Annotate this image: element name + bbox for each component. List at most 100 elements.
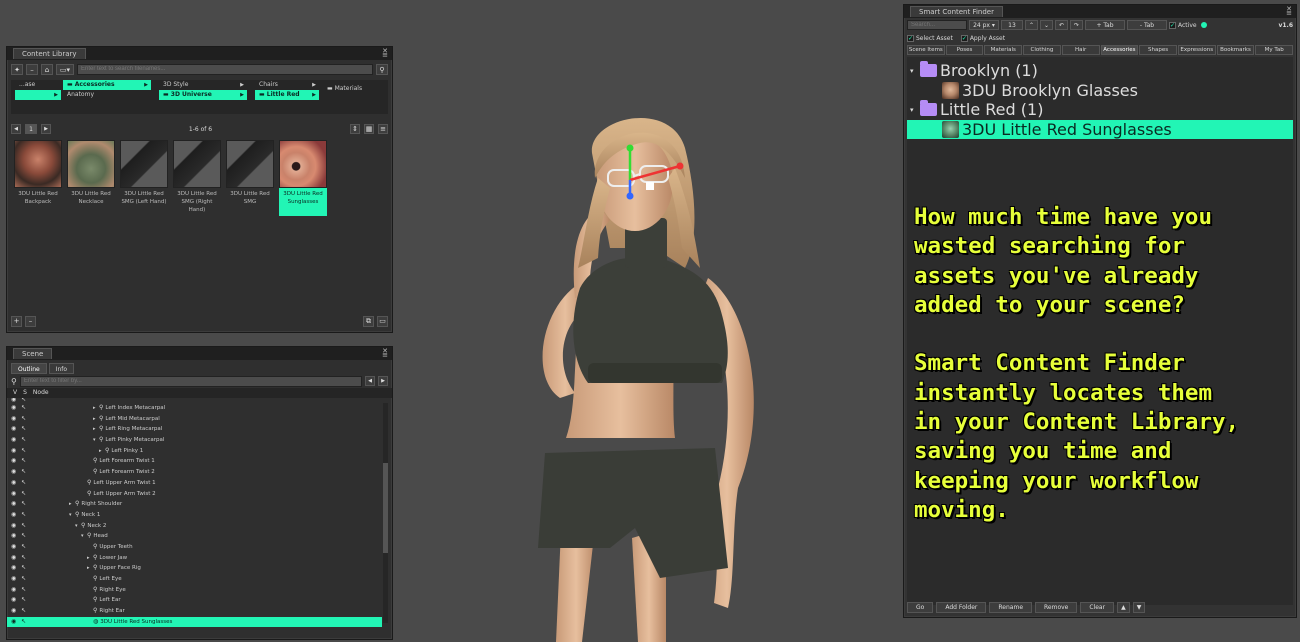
- eye-icon[interactable]: ◉: [11, 606, 21, 617]
- select-arrow-icon[interactable]: ↖: [21, 456, 33, 467]
- gizmo-center-handle[interactable]: [646, 182, 654, 190]
- gizmo-z-handle[interactable]: [626, 192, 634, 200]
- select-arrow-icon[interactable]: ↖: [21, 563, 33, 574]
- eye-icon[interactable]: ◉: [11, 617, 21, 628]
- redo-icon[interactable]: ↷: [1070, 20, 1083, 30]
- folder-dropdown-icon[interactable]: ▭▾: [56, 63, 74, 75]
- tab-expressions[interactable]: Expressions: [1177, 44, 1216, 55]
- panel-close-icon[interactable]: ✕ ≡: [382, 48, 388, 59]
- eye-icon[interactable]: ◉: [11, 435, 21, 446]
- select-arrow-icon[interactable]: ↖: [21, 467, 33, 478]
- category-item[interactable]: ...ase: [15, 80, 61, 90]
- category-item-little-red[interactable]: ▬ Little Red ▶: [255, 90, 319, 100]
- eye-icon[interactable]: ◉: [11, 531, 21, 542]
- expand-icon[interactable]: ▶: [378, 376, 388, 386]
- clear-button[interactable]: Clear: [1080, 601, 1115, 613]
- remove-button[interactable]: Remove: [1035, 601, 1078, 613]
- tab-scene-items[interactable]: Scene Items: [907, 44, 945, 55]
- active-toggle[interactable]: ✓ Active: [1169, 21, 1197, 29]
- page-number[interactable]: 1: [25, 124, 37, 134]
- move-up-icon[interactable]: ▲: [1117, 601, 1130, 613]
- result-folder[interactable]: ▾ Little Red (1): [907, 100, 1293, 120]
- tree-row[interactable]: ◉ ↖ ▾ ⚲ Neck 1: [7, 510, 392, 521]
- tab-my-tab[interactable]: My Tab: [1255, 44, 1294, 55]
- asset-thumbnail[interactable]: 3DU Little Red SMG (Right Hand): [173, 140, 221, 216]
- tree-row[interactable]: ◉ ↖ ▸ ⚲ Upper Face Rig: [7, 563, 392, 574]
- select-arrow-icon[interactable]: ↖: [21, 595, 33, 606]
- tree-row-selected[interactable]: ◉ ↖ ◍ 3DU Little Red Sunglasses: [7, 616, 382, 628]
- tab-accessories[interactable]: Accessories: [1100, 44, 1139, 55]
- tree-row[interactable]: ◉ ↖ ▸ ⚲ Left Ring Metacarpal: [7, 424, 392, 435]
- eye-icon[interactable]: ◉: [11, 414, 21, 425]
- tab-clothing[interactable]: Clothing: [1023, 44, 1061, 55]
- move-down-icon[interactable]: ⌄: [1040, 20, 1053, 30]
- select-arrow-icon[interactable]: ↖: [21, 617, 33, 628]
- tree-row[interactable]: ◉ ↖ ⚲ Upper Teeth: [7, 542, 392, 553]
- select-arrow-icon[interactable]: ↖: [21, 489, 33, 500]
- select-arrow-icon[interactable]: ↖: [21, 478, 33, 489]
- home-icon[interactable]: ⌂: [41, 63, 53, 75]
- checkbox-icon[interactable]: ✓: [1169, 21, 1176, 29]
- asset-thumbnail[interactable]: 3DU Little Red SMG (Left Hand): [120, 140, 168, 216]
- category-item-anatomy[interactable]: Anatomy: [63, 90, 151, 100]
- gizmo-y-handle[interactable]: [626, 144, 634, 152]
- visibility-column[interactable]: V: [13, 388, 17, 398]
- sort-icon[interactable]: ⇕: [350, 124, 360, 134]
- tab-hair[interactable]: Hair: [1061, 44, 1100, 55]
- category-item-selected[interactable]: ▶: [15, 90, 61, 100]
- select-arrow-icon[interactable]: ↖: [21, 574, 33, 585]
- panel-close-icon[interactable]: ✕ ≡: [1286, 6, 1292, 17]
- tree-row[interactable]: ◉ ↖ ▸ ⚲ Left Index Metacarpal: [7, 403, 392, 414]
- select-arrow-icon[interactable]: ↖: [21, 510, 33, 521]
- eye-icon[interactable]: ◉: [11, 595, 21, 606]
- asset-thumbnail[interactable]: 3DU Little Red SMG: [226, 140, 274, 216]
- undo-icon[interactable]: ↶: [1055, 20, 1068, 30]
- finder-search-input[interactable]: [907, 20, 967, 30]
- result-asset-selected[interactable]: 3DU Little Red Sunglasses: [907, 119, 1293, 139]
- expand-arrow-icon[interactable]: ▾: [910, 67, 920, 75]
- expand-arrow-icon[interactable]: ▾: [910, 106, 920, 114]
- back-icon[interactable]: –: [26, 63, 38, 75]
- copy-icon[interactable]: ⧉: [363, 315, 374, 327]
- tree-row[interactable]: ◉ ↖ ▸ ⚲ Lower Jaw: [7, 553, 392, 564]
- checkbox-icon[interactable]: ✓: [960, 34, 968, 42]
- asset-thumbnail-selected[interactable]: 3DU Little Red Sunglasses: [279, 140, 327, 216]
- select-arrow-icon[interactable]: ↖: [21, 414, 33, 425]
- tree-row[interactable]: ◉ ↖ ⚲ Left Eye: [7, 574, 392, 585]
- tree-row[interactable]: ◉ ↖ ▸ ⚲ Right Shoulder: [7, 499, 392, 510]
- selectable-column[interactable]: S: [23, 388, 27, 398]
- eye-icon[interactable]: ◉: [11, 456, 21, 467]
- asset-thumbnail[interactable]: 3DU Little Red Necklace: [67, 140, 115, 216]
- select-asset-toggle[interactable]: ✓ Select Asset: [907, 34, 953, 42]
- tree-row[interactable]: ◉ ↖ ▸ ⚲ Left Mid Metacarpal: [7, 414, 392, 425]
- tab-materials[interactable]: Materials: [984, 44, 1023, 55]
- tree-row[interactable]: ◉ ↖ ▸ ⚲ Left Pinky 1: [7, 446, 392, 457]
- tree-row[interactable]: ◉ ↖ ⚲ Left Forearm Twist 2: [7, 467, 392, 478]
- apply-asset-toggle[interactable]: ✓ Apply Asset: [960, 34, 1005, 42]
- next-page-icon[interactable]: ▶: [41, 124, 51, 134]
- node-column[interactable]: Node: [33, 388, 49, 398]
- select-arrow-icon[interactable]: ↖: [21, 403, 33, 414]
- select-arrow-icon[interactable]: ↖: [21, 521, 33, 532]
- tab-bookmarks[interactable]: Bookmarks: [1216, 44, 1255, 55]
- icon-size-select[interactable]: 24 px ▾: [969, 20, 999, 30]
- select-arrow-icon[interactable]: ↖: [21, 446, 33, 457]
- select-arrow-icon[interactable]: ↖: [21, 424, 33, 435]
- tab-poses[interactable]: Poses: [945, 44, 984, 55]
- remove-icon[interactable]: –: [25, 315, 36, 327]
- scene-filter-input[interactable]: [19, 375, 362, 387]
- tree-row[interactable]: ◉ ↖ ▾ ⚲ Head: [7, 531, 392, 542]
- tree-row[interactable]: ◉ ↖ ⚲ Left Forearm Twist 1: [7, 456, 392, 467]
- eye-icon[interactable]: ◉: [11, 510, 21, 521]
- panel-close-icon[interactable]: ✕ ≡: [382, 348, 388, 359]
- count-field[interactable]: 13: [1001, 20, 1023, 30]
- eye-icon[interactable]: ◉: [11, 563, 21, 574]
- tree-row[interactable]: ◉ ↖ ⚲ Right Eye: [7, 585, 392, 596]
- tree-row[interactable]: ◉ ↖ ⚲ Right Ear: [7, 606, 392, 617]
- tree-row[interactable]: ◉ ↖ ⚲ Left Upper Arm Twist 1: [7, 478, 392, 489]
- content-search-input[interactable]: [77, 63, 373, 75]
- select-arrow-icon[interactable]: ↖: [21, 553, 33, 564]
- character-figure[interactable]: [470, 108, 790, 642]
- checkbox-icon[interactable]: ✓: [907, 34, 914, 42]
- eye-icon[interactable]: ◉: [11, 542, 21, 553]
